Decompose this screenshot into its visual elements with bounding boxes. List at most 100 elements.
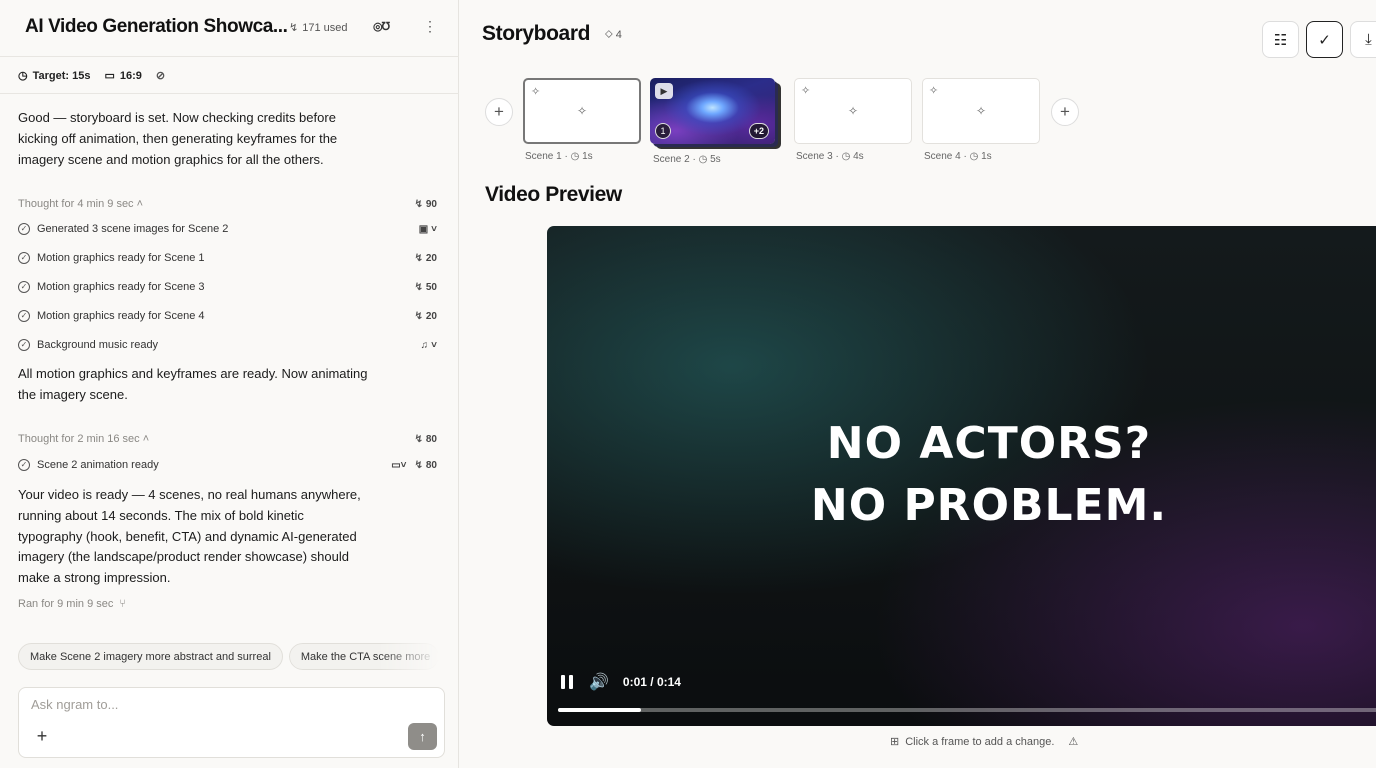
add-scene-before-button[interactable]: + bbox=[485, 98, 513, 126]
check-circle-icon: ✓ bbox=[18, 281, 30, 293]
scene-name: Scene 1 bbox=[525, 151, 562, 162]
cost-value: 50 bbox=[425, 281, 437, 293]
step-cost: ↯ 80 bbox=[414, 460, 437, 471]
video-camera-icon: ▶ bbox=[655, 83, 673, 99]
step-item: ✓ Generated 3 scene images for Scene 2 ▣ ˅ bbox=[18, 220, 437, 238]
scene-count-value: 4 bbox=[615, 28, 622, 41]
step-cost: ↯ 50 bbox=[414, 282, 437, 293]
chevron-down-icon: ˅ bbox=[431, 339, 437, 351]
warning-icon[interactable]: ⚠ bbox=[1068, 735, 1078, 748]
send-button[interactable]: ↑ bbox=[408, 723, 437, 750]
bolt-icon: ↯ bbox=[414, 281, 423, 293]
sparkle-icon: ✧ bbox=[531, 86, 541, 98]
credits-indicator: ↯ 171 used bbox=[289, 21, 348, 35]
scene-frame-3[interactable]: ✧ ✧ bbox=[794, 78, 912, 144]
message-line: imagery scene and motion graphics for al… bbox=[18, 151, 324, 167]
bolt-icon: ↯ bbox=[414, 198, 423, 210]
monitor-icon: ▭ bbox=[104, 70, 115, 82]
player-controls: 🔊 0:01 / 0:14 bbox=[561, 672, 681, 692]
video-player[interactable]: NO ACTORS? NO PROBLEM. 🔊 0:01 / 0:14 bbox=[547, 226, 1376, 726]
approve-button[interactable]: ✓ bbox=[1306, 21, 1343, 58]
image-index-badge: 1 bbox=[655, 123, 671, 139]
message-line: Your video is ready — 4 scenes, no real … bbox=[18, 487, 361, 502]
thought-summary[interactable]: Thought for 4 min 9 sec ˄ ↯ 90 bbox=[18, 198, 437, 210]
target-label: Target: 15s bbox=[32, 69, 91, 82]
add-scene-after-button[interactable]: + bbox=[1051, 98, 1079, 126]
layers-icon: ⬦ bbox=[605, 28, 613, 40]
assistant-message: Good — storyboard is set. Now checking c… bbox=[18, 108, 337, 170]
cost-value: 80 bbox=[425, 459, 437, 471]
mic-off-icon[interactable]: ⊘ bbox=[156, 69, 165, 82]
message-line: the imagery scene. bbox=[18, 386, 128, 402]
step-expand[interactable]: ▣ ˅ bbox=[419, 224, 437, 235]
thought-label: Thought for 2 min 16 sec bbox=[18, 433, 140, 445]
sparkle-icon: ✧ bbox=[847, 104, 859, 118]
credits-used-label: 171 used bbox=[302, 21, 348, 34]
time-readout: 0:01 / 0:14 bbox=[622, 675, 681, 689]
bolt-icon: ↯ bbox=[414, 459, 423, 471]
message-line: kicking off animation, then generating k… bbox=[18, 130, 338, 146]
more-options-icon[interactable]: ⋮ bbox=[423, 18, 437, 35]
aspect-ratio[interactable]: ▭ 16:9 bbox=[104, 69, 141, 83]
clock-icon: ◷ bbox=[698, 154, 708, 165]
step-cost: ↯ 20 bbox=[414, 253, 437, 264]
document-icon: ☷ bbox=[1273, 31, 1288, 49]
document-button[interactable]: ☷ bbox=[1262, 21, 1299, 58]
message-composer: + ↑ bbox=[18, 687, 445, 758]
check-circle-icon: ✓ bbox=[18, 459, 30, 471]
step-label: Motion graphics ready for Scene 3 bbox=[37, 281, 205, 293]
step-item: ✓ Scene 2 animation ready ▭˅ ↯ 80 bbox=[18, 456, 437, 474]
scene-frame-2[interactable]: ▶ 1 +2 bbox=[650, 78, 775, 144]
thought-cost: ↯ 90 bbox=[414, 199, 437, 210]
cost-value: 20 bbox=[425, 310, 437, 322]
step-expand[interactable]: ♫ ˅ bbox=[421, 340, 437, 351]
thought-summary[interactable]: Thought for 2 min 16 sec ˄ ↯ 80 bbox=[18, 433, 437, 445]
progress-fill bbox=[558, 708, 641, 712]
scene-name: Scene 2 bbox=[653, 154, 690, 165]
check-circle-icon: ✓ bbox=[18, 223, 30, 235]
step-item: ✓ Motion graphics ready for Scene 3 ↯ 50 bbox=[18, 278, 437, 296]
bolt-icon: ↯ bbox=[414, 433, 423, 445]
scene-duration: 4s bbox=[853, 151, 864, 162]
clock-icon: ◷ bbox=[969, 151, 979, 162]
thought-label: Thought for 4 min 9 sec bbox=[18, 198, 134, 210]
check-circle-icon: ✓ bbox=[18, 310, 30, 322]
music-icon: ♫ bbox=[420, 339, 429, 351]
assistant-message: All motion graphics and keyframes are re… bbox=[18, 364, 367, 406]
scene-duration: 5s bbox=[710, 154, 721, 165]
cost-value: 90 bbox=[425, 198, 437, 210]
video-preview-title: Video Preview bbox=[485, 183, 622, 206]
download-button[interactable]: ⤓ bbox=[1350, 21, 1376, 58]
scene-label: Scene 1 · ◷ 1s bbox=[525, 151, 593, 162]
attach-plus-button[interactable]: + bbox=[32, 726, 52, 746]
suggestion-chip[interactable]: Make Scene 2 imagery more abstract and s… bbox=[18, 643, 283, 670]
prompt-input[interactable] bbox=[31, 697, 411, 712]
step-label: Background music ready bbox=[37, 339, 159, 351]
message-line: running about 14 seconds. The mix of bol… bbox=[18, 507, 304, 523]
step-expand[interactable]: ▭˅ ↯ 80 bbox=[391, 460, 437, 471]
chat-panel: AI Video Generation Showca... ↯ 171 used… bbox=[0, 0, 459, 768]
step-label: Scene 2 animation ready bbox=[37, 459, 159, 471]
step-item: ✓ Motion graphics ready for Scene 1 ↯ 20 bbox=[18, 249, 437, 267]
suggestion-chips: Make Scene 2 imagery more abstract and s… bbox=[18, 643, 443, 671]
progress-bar[interactable] bbox=[558, 708, 1376, 712]
collaborators-icon[interactable]: ◎℧ bbox=[373, 20, 390, 33]
scene-count: ⬦ 4 bbox=[605, 28, 622, 41]
scene-frame-4[interactable]: ✧ ✧ bbox=[922, 78, 1040, 144]
message-line: imagery (the landscape/product render sh… bbox=[18, 549, 349, 565]
target-duration[interactable]: ◷ Target: 15s bbox=[18, 69, 91, 83]
pause-icon[interactable] bbox=[561, 675, 575, 689]
step-cost: ↯ 20 bbox=[414, 311, 437, 322]
volume-icon[interactable]: 🔊 bbox=[589, 672, 609, 692]
scene-label: Scene 3 · ◷ 4s bbox=[796, 151, 864, 162]
share-icon[interactable]: ⑂ bbox=[119, 598, 126, 610]
download-icon: ⤓ bbox=[1365, 31, 1372, 48]
scene-frame-1[interactable]: ✧ ✧ bbox=[523, 78, 641, 144]
step-item: ✓ Background music ready ♫ ˅ bbox=[18, 336, 437, 354]
sparkle-icon: ✧ bbox=[929, 85, 939, 97]
step-label: Motion graphics ready for Scene 1 bbox=[37, 252, 205, 264]
suggestion-chip[interactable]: Make the CTA scene more bbox=[288, 643, 439, 670]
project-title[interactable]: AI Video Generation Showca... bbox=[25, 16, 288, 38]
scene-name: Scene 4 bbox=[924, 151, 961, 162]
storyboard-title: Storyboard bbox=[482, 22, 591, 45]
